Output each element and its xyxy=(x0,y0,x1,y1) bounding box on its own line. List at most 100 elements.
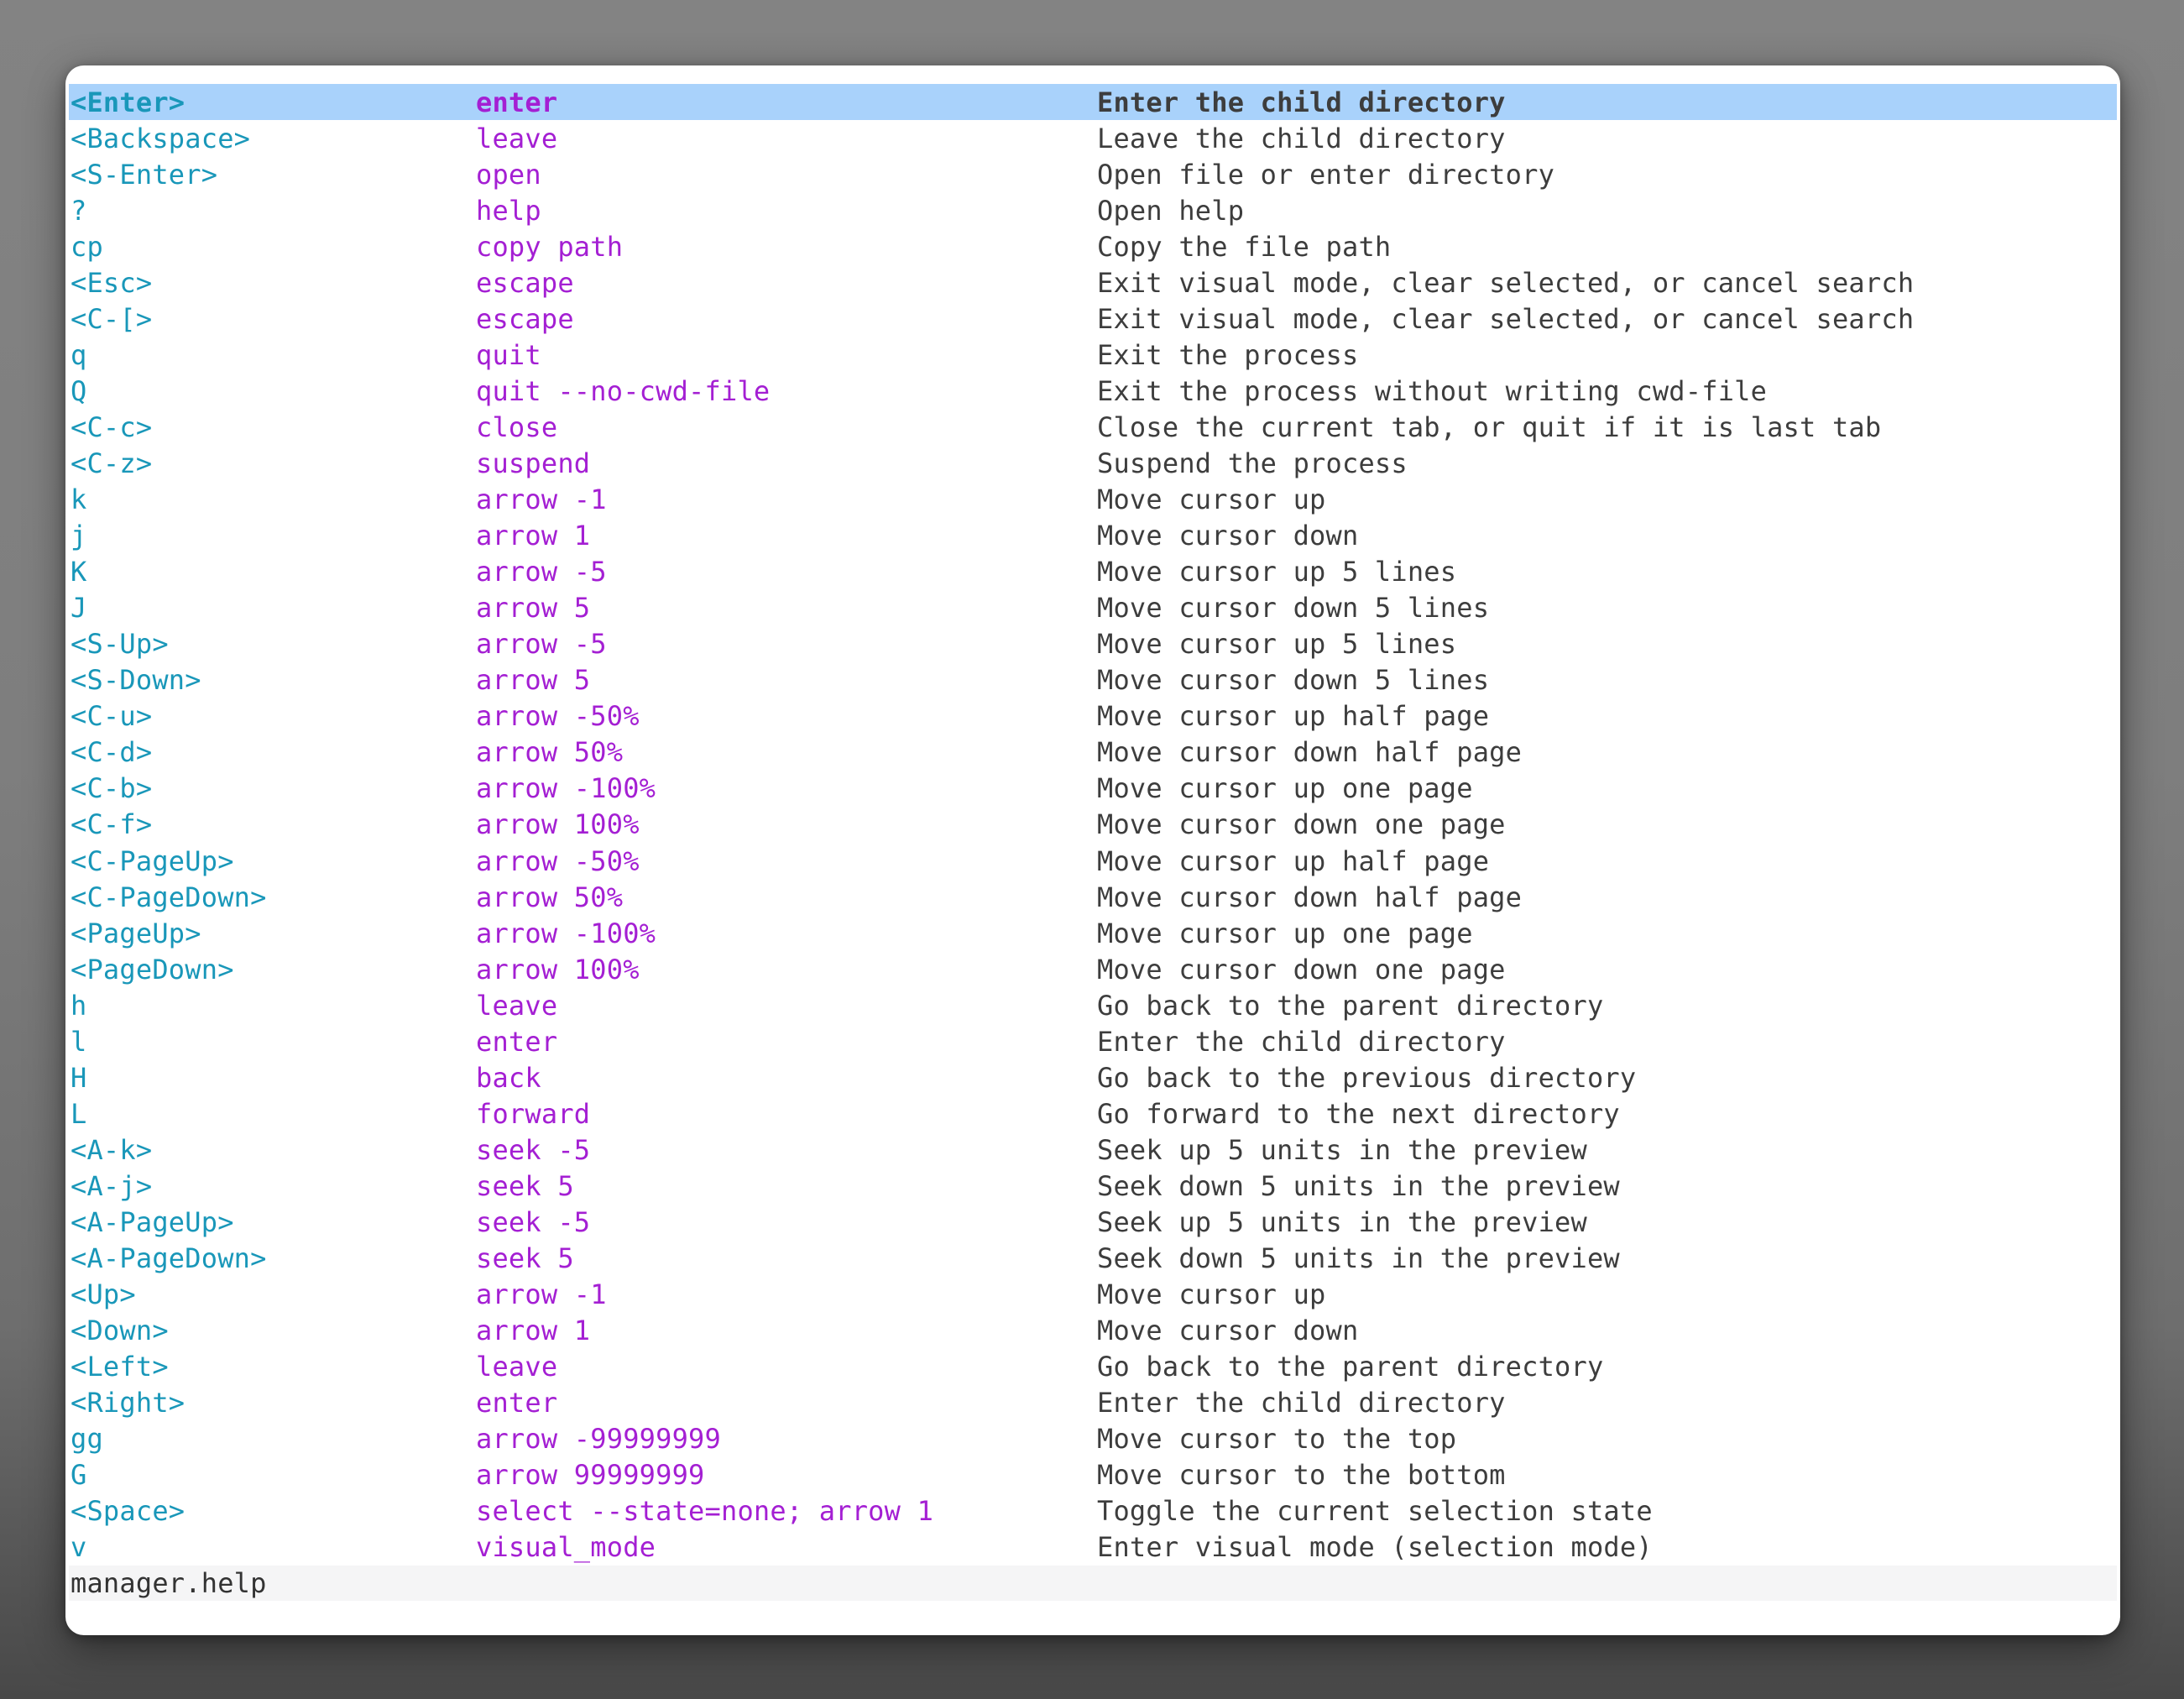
help-row[interactable]: <Up>arrow -1Move cursor up xyxy=(69,1277,2117,1313)
help-row[interactable]: <C-u>arrow -50%Move cursor up half page xyxy=(69,698,2117,734)
help-keybindings-list: <Enter>enterEnter the child directory<Ba… xyxy=(69,84,2117,1566)
help-row[interactable]: <S-Up>arrow -5Move cursor up 5 lines xyxy=(69,626,2117,662)
help-row-selected[interactable]: <Enter>enterEnter the child directory xyxy=(69,84,2117,120)
help-row[interactable]: karrow -1Move cursor up xyxy=(69,482,2117,518)
help-row[interactable]: <Right>enterEnter the child directory xyxy=(69,1385,2117,1421)
key-cell: <C-u> xyxy=(71,700,152,732)
help-row[interactable]: <A-PageUp> seek -5 Seek up 5 units in the … xyxy=(69,1204,2117,1240)
help-row[interactable]: cpcopy pathCopy the file path xyxy=(69,228,2117,264)
help-row[interactable]: <PageDown>arrow 100%Move cursor down one… xyxy=(69,951,2117,987)
description-cell: Move cursor up 5 lines xyxy=(1097,556,1456,588)
terminal-help-window: <Enter>enterEnter the child directory<Ba… xyxy=(65,65,2120,1635)
command-cell: forward xyxy=(476,1098,590,1130)
key-cell: <C-d> xyxy=(71,736,152,768)
description-cell: Move cursor up 5 lines xyxy=(1097,628,1456,660)
help-row[interactable]: <C-f>arrow 100%Move cursor down one page xyxy=(69,807,2117,843)
key-cell: <Backspace> xyxy=(71,123,250,154)
help-row[interactable]: <S-Down>arrow 5Move cursor down 5 lines xyxy=(69,662,2117,698)
key-cell: <Space> xyxy=(71,1495,185,1527)
help-row[interactable]: <C-c>closeClose the current tab, or quit… xyxy=(69,409,2117,445)
command-cell: leave xyxy=(476,123,557,154)
help-row[interactable]: qquitExit the process xyxy=(69,337,2117,373)
help-row[interactable]: <C-z>suspendSuspend the process xyxy=(69,445,2117,481)
description-cell: Seek up 5 units in the preview xyxy=(1097,1206,1587,1238)
help-row[interactable]: gg arrow -99999999 Move cursor to the top xyxy=(69,1421,2117,1457)
description-cell: Seek down 5 units in the preview xyxy=(1097,1242,1620,1274)
key-cell: K xyxy=(71,556,86,588)
help-row[interactable]: <C-PageDown>arrow 50%Move cursor down ha… xyxy=(69,879,2117,915)
help-row[interactable]: Hback Go back to the previous directory xyxy=(69,1059,2117,1095)
key-cell: <Left> xyxy=(71,1351,169,1383)
key-cell: <S-Up> xyxy=(71,628,169,660)
command-cell: suspend xyxy=(476,447,590,479)
description-cell: Move cursor down 5 lines xyxy=(1097,664,1489,696)
description-cell: Enter the child directory xyxy=(1097,1387,1506,1419)
description-cell: Exit the process without writing cwd-fil… xyxy=(1097,375,1767,407)
command-cell: select --state=none; arrow 1 xyxy=(476,1495,933,1527)
key-cell: <A-PageUp> xyxy=(71,1206,234,1238)
command-cell: arrow -100% xyxy=(476,772,656,804)
command-cell: arrow 5 xyxy=(476,592,590,624)
command-cell: enter xyxy=(476,1387,557,1419)
help-row[interactable]: <C-d>arrow 50%Move cursor down half page xyxy=(69,734,2117,771)
description-cell: Enter the child directory xyxy=(1097,1026,1506,1058)
help-row[interactable]: <C-b>arrow -100%Move cursor up one page xyxy=(69,771,2117,807)
command-cell: arrow -1 xyxy=(476,1278,607,1310)
desktop-background: <Enter>enterEnter the child directory<Ba… xyxy=(0,0,2184,1699)
key-cell: Q xyxy=(71,375,86,407)
help-row[interactable]: <Down>arrow 1Move cursor down xyxy=(69,1313,2117,1349)
description-cell: Move cursor down one page xyxy=(1097,808,1506,840)
help-row[interactable]: <A-k>seek -5Seek up 5 units in the previ… xyxy=(69,1132,2117,1168)
help-row[interactable]: <PageUp>arrow -100%Move cursor up one pa… xyxy=(69,915,2117,951)
key-cell: <Up> xyxy=(71,1278,136,1310)
command-cell: arrow -99999999 xyxy=(476,1423,721,1455)
key-cell: J xyxy=(71,592,86,624)
help-row[interactable]: hleaveGo back to the parent directory xyxy=(69,987,2117,1023)
help-row[interactable]: <Esc>escapeExit visual mode, clear selec… xyxy=(69,264,2117,301)
description-cell: Seek down 5 units in the preview xyxy=(1097,1170,1620,1202)
description-cell: Move cursor up one page xyxy=(1097,917,1473,949)
key-cell: <C-PageUp> xyxy=(71,845,234,877)
description-cell: Suspend the process xyxy=(1097,447,1408,479)
help-row[interactable]: lenterEnter the child directory xyxy=(69,1023,2117,1059)
command-cell: close xyxy=(476,411,557,443)
command-cell: seek -5 xyxy=(476,1206,590,1238)
description-cell: Move cursor to the bottom xyxy=(1097,1459,1506,1491)
key-cell: <A-PageDown> xyxy=(71,1242,267,1274)
help-row[interactable]: <Backspace>leaveLeave the child director… xyxy=(69,120,2117,156)
key-cell: <S-Enter> xyxy=(71,159,217,191)
help-row[interactable]: ?helpOpen help xyxy=(69,192,2117,228)
description-cell: Enter the child directory xyxy=(1097,86,1506,118)
command-cell: back xyxy=(476,1062,541,1094)
key-cell: H xyxy=(71,1062,86,1094)
description-cell: Move cursor up one page xyxy=(1097,772,1473,804)
key-cell: l xyxy=(71,1026,86,1058)
help-row[interactable]: vvisual_modeEnter visual mode (selection… xyxy=(69,1529,2117,1566)
description-cell: Move cursor down xyxy=(1097,520,1358,552)
help-row[interactable]: <A-PageDown>seek 5Seek down 5 units in t… xyxy=(69,1241,2117,1277)
help-row[interactable]: Jarrow 5Move cursor down 5 lines xyxy=(69,590,2117,626)
help-row[interactable]: Karrow -5 Move cursor up 5 lines xyxy=(69,554,2117,590)
key-cell: gg xyxy=(71,1423,103,1455)
description-cell: Move cursor to the top xyxy=(1097,1423,1456,1455)
command-cell: arrow 99999999 xyxy=(476,1459,705,1491)
description-cell: Copy the file path xyxy=(1097,231,1391,263)
help-row[interactable]: Garrow 99999999Move cursor to the bottom xyxy=(69,1457,2117,1493)
help-row[interactable]: <C-[>escapeExit visual mode, clear selec… xyxy=(69,301,2117,337)
description-cell: Exit the process xyxy=(1097,339,1358,371)
description-cell: Move cursor down one page xyxy=(1097,954,1506,985)
command-cell: arrow 50% xyxy=(476,736,623,768)
help-row[interactable]: <Space>select --state=none; arrow 1Toggl… xyxy=(69,1493,2117,1529)
help-row[interactable]: LforwardGo forward to the next directory xyxy=(69,1095,2117,1132)
command-cell: arrow -5 xyxy=(476,556,607,588)
key-cell: <C-c> xyxy=(71,411,152,443)
description-cell: Go back to the previous directory xyxy=(1097,1062,1636,1094)
help-row[interactable]: <S-Enter>openOpen file or enter director… xyxy=(69,156,2117,192)
key-cell: <A-j> xyxy=(71,1170,152,1202)
help-row[interactable]: Qquit --no-cwd-fileExit the process with… xyxy=(69,373,2117,409)
help-row[interactable]: <Left>leaveGo back to the parent directo… xyxy=(69,1349,2117,1385)
help-row[interactable]: <C-PageUp>arrow -50%Move cursor up half … xyxy=(69,843,2117,879)
help-row[interactable]: jarrow 1Move cursor down xyxy=(69,518,2117,554)
help-row[interactable]: <A-j>seek 5Seek down 5 units in the prev… xyxy=(69,1168,2117,1204)
key-cell: v xyxy=(71,1531,86,1563)
